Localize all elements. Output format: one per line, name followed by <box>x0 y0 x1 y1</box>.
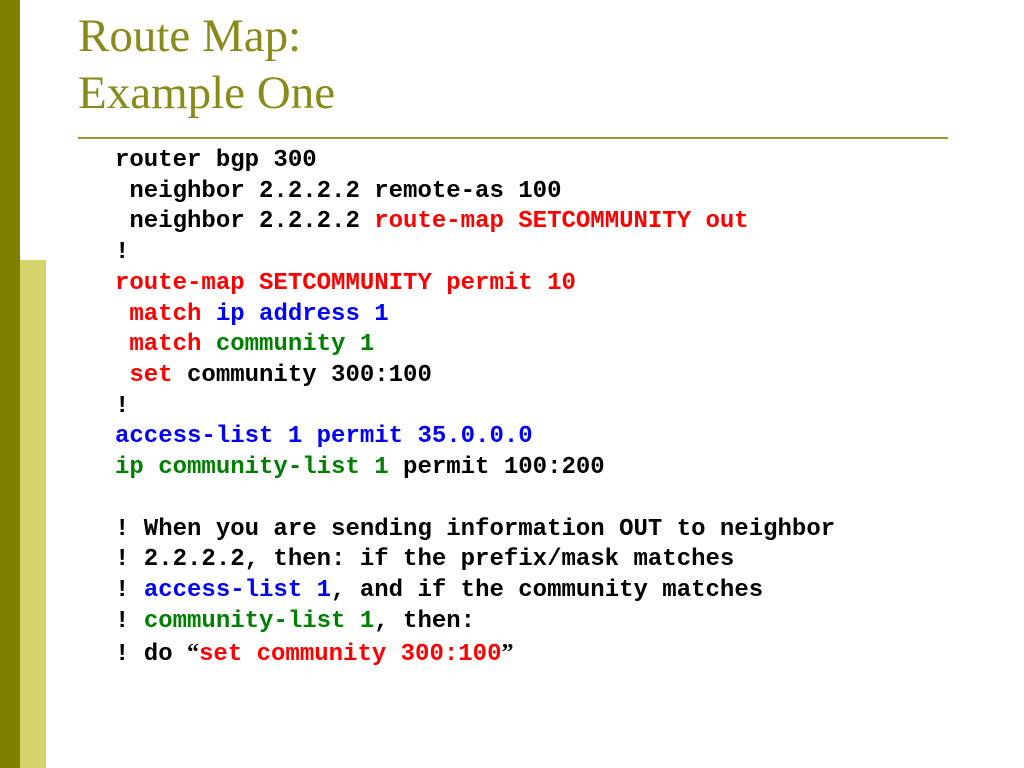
cfg-ip-commlist-a: ip community-list 1 <box>115 454 403 481</box>
comment-l3a: ! <box>115 577 144 604</box>
cfg-set-comm-a: set <box>115 362 187 389</box>
cfg-neighbor-remote: neighbor 2.2.2.2 remote-as 100 <box>115 178 561 205</box>
title-line-2: Example One <box>78 65 335 122</box>
cfg-match-ip-a: match <box>115 301 216 328</box>
comment-l3c: , and if the community matches <box>331 577 763 604</box>
open-quote: “ <box>187 640 199 666</box>
comment-l4b: community-list 1 <box>144 608 374 635</box>
cfg-match-ip-b: ip address 1 <box>216 301 389 328</box>
cfg-router-bgp: router bgp 300 <box>115 147 317 174</box>
cfg-set-comm-b: community 300:100 <box>187 362 432 389</box>
title-underline <box>78 137 948 139</box>
cfg-bang-2: ! <box>115 393 129 420</box>
close-quote: ” <box>501 640 513 666</box>
cfg-match-comm-a: match <box>115 331 216 358</box>
comment-l5a: ! do <box>115 641 187 668</box>
cfg-routemap-permit: route-map SETCOMMUNITY permit 10 <box>115 270 576 297</box>
cfg-ip-commlist-b: permit 100:200 <box>403 454 605 481</box>
comment-l5b: set community 300:100 <box>199 641 501 668</box>
cfg-access-list: access-list 1 permit 35.0.0.0 <box>115 423 533 450</box>
cfg-match-comm-b: community 1 <box>216 331 374 358</box>
cfg-bang-1: ! <box>115 239 129 266</box>
cfg-neighbor-rmap-a: neighbor 2.2.2.2 <box>115 208 374 235</box>
comment-l4a: ! <box>115 608 144 635</box>
comment-l2: ! 2.2.2.2, then: if the prefix/mask matc… <box>115 546 734 573</box>
config-code-block: router bgp 300 neighbor 2.2.2.2 remote-a… <box>115 146 835 670</box>
comment-l4c: , then: <box>374 608 475 635</box>
sidebar-accent-dark <box>0 0 20 768</box>
comment-l3b: access-list 1 <box>144 577 331 604</box>
title-line-1: Route Map: <box>78 8 335 65</box>
slide-title: Route Map: Example One <box>78 8 335 123</box>
comment-l1: ! When you are sending information OUT t… <box>115 516 835 543</box>
cfg-neighbor-rmap-b: route-map SETCOMMUNITY out <box>374 208 748 235</box>
